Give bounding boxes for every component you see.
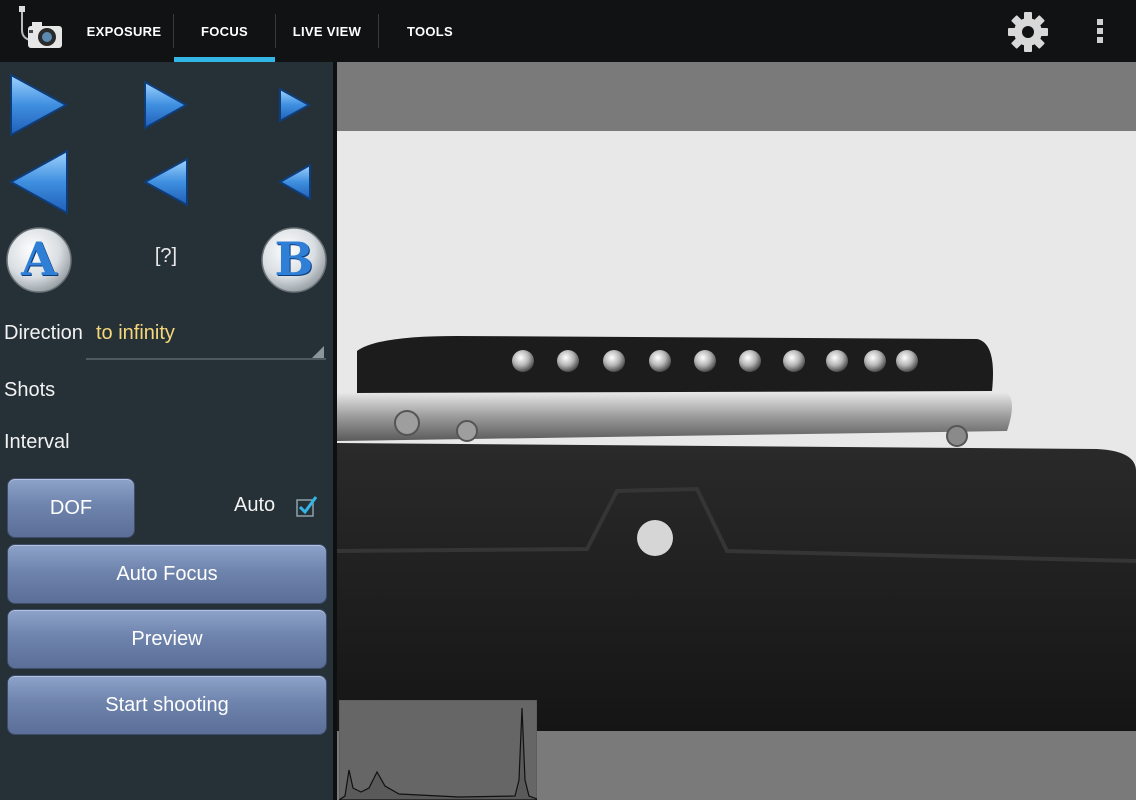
set-point-b-button[interactable]: B	[260, 226, 328, 294]
direction-spinner[interactable]: to infinity	[96, 322, 175, 345]
auto-checkbox[interactable]	[296, 495, 318, 517]
live-view-image	[337, 131, 1136, 731]
point-b-label: B	[274, 232, 314, 286]
spinner-corner-icon	[312, 346, 324, 358]
focus-forward-small-icon[interactable]	[278, 87, 312, 123]
focus-backward-large-icon[interactable]	[8, 148, 70, 216]
auto-label: Auto	[234, 494, 276, 516]
tab-live-view[interactable]: LIVE VIEW	[276, 0, 378, 62]
preview-button[interactable]: Preview	[7, 609, 327, 669]
point-a-label: A	[21, 232, 57, 286]
histogram	[339, 700, 537, 800]
overflow-menu-icon[interactable]	[1086, 14, 1114, 48]
direction-label: Direction	[4, 322, 83, 344]
action-bar: EXPOSURE FOCUS LIVE VIEW TOOLS	[0, 0, 1136, 63]
start-shooting-button[interactable]: Start shooting	[7, 675, 327, 735]
shots-label: Shots	[4, 379, 56, 401]
focus-forward-large-icon[interactable]	[8, 72, 70, 138]
gear-icon[interactable]	[1006, 10, 1050, 54]
focus-backward-medium-icon[interactable]	[142, 156, 190, 208]
tab-exposure[interactable]: EXPOSURE	[76, 0, 172, 62]
set-point-a-button[interactable]: A	[5, 226, 73, 294]
interval-label: Interval	[4, 431, 70, 453]
dof-button[interactable]: DOF	[7, 478, 135, 538]
live-view-area[interactable]	[337, 62, 1136, 800]
tab-tools[interactable]: TOOLS	[379, 0, 481, 62]
tab-focus[interactable]: FOCUS	[174, 0, 275, 62]
steps-between-value: [?]	[154, 245, 178, 267]
direction-spinner-underline	[86, 358, 326, 360]
auto-focus-button[interactable]: Auto Focus	[7, 544, 327, 604]
camera-usb-icon[interactable]	[14, 6, 66, 54]
focus-backward-small-icon[interactable]	[278, 163, 312, 201]
focus-forward-medium-icon[interactable]	[142, 79, 190, 131]
